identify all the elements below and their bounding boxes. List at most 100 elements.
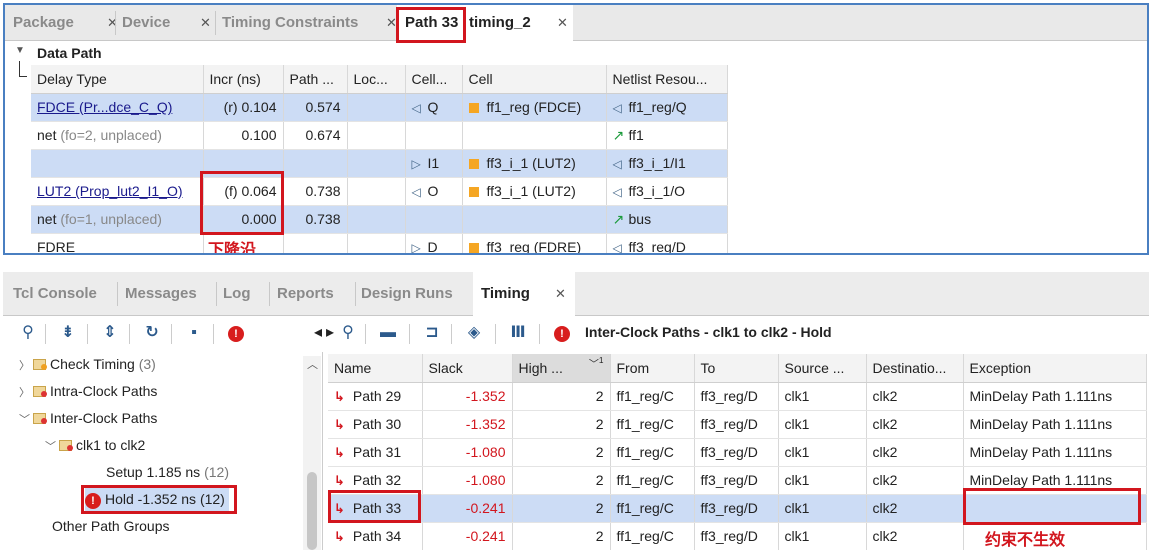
column-header-sorted[interactable]: High ... ﹀1 bbox=[512, 354, 611, 383]
tab-timing-constraints[interactable]: Timing Constraints ✕ bbox=[222, 5, 397, 41]
path-name: Path 34 bbox=[352, 527, 402, 544]
column-header[interactable]: To bbox=[694, 354, 779, 383]
cell-name: ff1_reg (FDCE) bbox=[486, 99, 582, 115]
high-fanout-cell: 2 bbox=[512, 382, 611, 411]
data-path-header[interactable]: ▼ Data Path bbox=[5, 41, 1147, 65]
save-icon[interactable]: ▪ bbox=[183, 322, 205, 344]
close-icon[interactable]: ✕ bbox=[557, 5, 568, 41]
folder-icon bbox=[33, 385, 47, 397]
column-header[interactable]: Netlist Resou... bbox=[606, 65, 728, 94]
net-icon: ↗ bbox=[612, 126, 625, 143]
path-name: Path 32 bbox=[352, 471, 402, 488]
table-row[interactable]: ↳ Path 31 -1.080 2 ff1_reg/C ff3_reg/D clk1 clk… bbox=[328, 438, 1147, 467]
from-cell: ff1_reg/C bbox=[610, 382, 695, 411]
collapse-all-icon[interactable]: ⇟ bbox=[57, 322, 79, 344]
table-row[interactable]: ↳ Path 30 -1.352 2 ff1_reg/C ff3_reg/D clk1 clk… bbox=[328, 410, 1147, 439]
tab-device[interactable]: Device ✕ bbox=[122, 5, 218, 41]
delay-type[interactable]: FDCE (Pr...dce_C_Q) bbox=[37, 99, 172, 115]
sort-desc-icon: ﹀1 bbox=[588, 355, 604, 371]
chevron-right-icon[interactable]: 〉 bbox=[19, 380, 33, 406]
column-header[interactable]: From bbox=[610, 354, 695, 383]
column-header[interactable]: Incr (ns) bbox=[203, 65, 284, 94]
timing-panel: Tcl Console Messages Log Reports Design … bbox=[3, 272, 1149, 550]
table-row[interactable]: ↳ Path 29 -1.352 2 ff1_reg/C ff3_reg/D clk1 clk… bbox=[328, 382, 1147, 411]
search-icon[interactable]: ⚲ bbox=[337, 322, 359, 344]
source-clock-cell: clk1 bbox=[778, 438, 867, 467]
table-row[interactable]: net (fo=1, unplaced) 0.000 0.738 ↗ bus bbox=[31, 205, 728, 234]
search-icon[interactable]: ⚲ bbox=[17, 322, 39, 344]
tab-design-runs[interactable]: Design Runs bbox=[361, 272, 471, 316]
destination-clock-cell: clk2 bbox=[866, 466, 964, 495]
chevron-up-icon[interactable]: ︿ bbox=[307, 356, 318, 372]
close-icon[interactable]: ✕ bbox=[107, 5, 118, 41]
column-header[interactable]: Path ... bbox=[283, 65, 348, 94]
tree-item-check-timing[interactable]: 〉 Check Timing (3) bbox=[19, 351, 156, 377]
column-header[interactable]: Destinatio... bbox=[866, 354, 964, 383]
table-header-row: Name Slack High ... ﹀1 From To Source ..… bbox=[328, 354, 1147, 383]
tab-reports[interactable]: Reports bbox=[277, 272, 355, 316]
close-icon[interactable]: ✕ bbox=[200, 5, 211, 41]
table-row[interactable]: net (fo=2, unplaced) 0.100 0.674 ↗ ff1 bbox=[31, 121, 728, 150]
path-icon: ↳ bbox=[334, 444, 345, 460]
expand-right-icon[interactable]: ▸ bbox=[325, 322, 335, 344]
delay-note: (fo=2, unplaced) bbox=[56, 127, 162, 143]
loc-cell bbox=[347, 93, 406, 122]
tab-timing-2[interactable]: timing_2 ✕ bbox=[465, 5, 573, 41]
delay-type: net bbox=[37, 211, 57, 227]
error-icon[interactable]: ! bbox=[225, 322, 247, 344]
tree-scrollbar[interactable]: ︿ bbox=[303, 356, 321, 550]
chevron-down-icon[interactable]: ﹀ bbox=[45, 434, 59, 460]
destination-clock-cell: clk2 bbox=[866, 438, 964, 467]
schematic-icon[interactable]: ⊐ bbox=[421, 322, 443, 344]
table-row[interactable]: ▷ I1 ff3_i_1 (LUT2) ◁ ff3_i_1/I1 bbox=[31, 149, 728, 178]
column-header[interactable]: Source ... bbox=[778, 354, 867, 383]
tree-item-clk1-to-clk2[interactable]: ﹀ clk1 to clk2 bbox=[45, 432, 145, 458]
chevron-down-icon[interactable]: ﹀ bbox=[19, 407, 33, 433]
annotation-falling-edge: 下降沿 bbox=[208, 240, 257, 255]
from-cell: ff1_reg/C bbox=[610, 494, 695, 523]
source-clock-cell: clk1 bbox=[778, 466, 867, 495]
tree-item-other-groups[interactable]: Other Path Groups bbox=[52, 513, 170, 539]
tab-timing[interactable]: Timing ✕ bbox=[473, 272, 575, 317]
table-row[interactable]: FDCE (Pr...dce_C_Q) (r) 0.104 0.574 ◁ Qff1_r… bbox=[31, 93, 728, 122]
slack-cell: -1.352 bbox=[422, 410, 513, 439]
column-header[interactable]: Delay Type bbox=[31, 65, 204, 94]
column-header[interactable]: Cell... bbox=[405, 65, 463, 94]
annotation-box-falling-edge bbox=[200, 171, 284, 235]
column-header[interactable]: Slack bbox=[422, 354, 513, 383]
annotation-box-hold bbox=[81, 485, 237, 514]
high-fanout-cell: 2 bbox=[512, 438, 611, 467]
collapse-left-icon[interactable]: ◂ bbox=[313, 322, 323, 344]
waveform-icon[interactable]: Ⅲ bbox=[507, 322, 529, 344]
collapse-triangle-icon[interactable]: ▼ bbox=[15, 45, 25, 56]
column-header[interactable]: Loc... bbox=[347, 65, 406, 94]
tab-tcl-console[interactable]: Tcl Console bbox=[13, 272, 117, 316]
tab-messages[interactable]: Messages bbox=[125, 272, 217, 316]
cell-icon bbox=[468, 243, 479, 253]
table-row[interactable]: LUT2 (Prop_lut2_I1_O) (f) 0.064 0.738 ◁ Off3… bbox=[31, 177, 728, 206]
column-header[interactable]: Name bbox=[328, 354, 423, 383]
table-row[interactable]: FDRE ▷ Dff3_reg (FDRE) ◁ ff3_reg/D bbox=[31, 233, 728, 253]
delay-type[interactable]: LUT2 (Prop_lut2_I1_O) bbox=[37, 183, 183, 199]
tab-package[interactable]: Package ✕ bbox=[13, 5, 125, 41]
timing-header-title: Inter-Clock Paths - clk1 to clk2 - Hold bbox=[585, 324, 832, 340]
chevron-right-icon[interactable]: 〉 bbox=[19, 353, 33, 379]
slack-cell: -1.352 bbox=[422, 382, 513, 411]
close-icon[interactable]: ✕ bbox=[555, 272, 566, 316]
from-cell: ff1_reg/C bbox=[610, 466, 695, 495]
tree-item-inter-clock[interactable]: ﹀ Inter-Clock Paths bbox=[19, 405, 157, 431]
highlight-icon[interactable]: ◈ bbox=[463, 322, 485, 344]
pin-output-icon: ◁ bbox=[612, 101, 622, 115]
expand-all-icon[interactable]: ⇕ bbox=[99, 322, 121, 344]
tree-item-setup[interactable]: Setup 1.185 ns (12) bbox=[106, 459, 229, 485]
column-header[interactable]: Cell bbox=[462, 65, 607, 94]
tree-item-intra-clock[interactable]: 〉 Intra-Clock Paths bbox=[19, 378, 157, 404]
tab-log[interactable]: Log bbox=[223, 272, 269, 316]
error-icon[interactable]: ! bbox=[551, 322, 573, 344]
minus-icon[interactable]: ▬ bbox=[377, 322, 399, 344]
scrollbar-thumb[interactable] bbox=[307, 472, 317, 550]
refresh-icon[interactable]: ↻ bbox=[141, 322, 163, 344]
cell-icon bbox=[468, 103, 479, 113]
column-header[interactable]: Exception bbox=[963, 354, 1147, 383]
netlist-resource: bus bbox=[628, 210, 652, 227]
